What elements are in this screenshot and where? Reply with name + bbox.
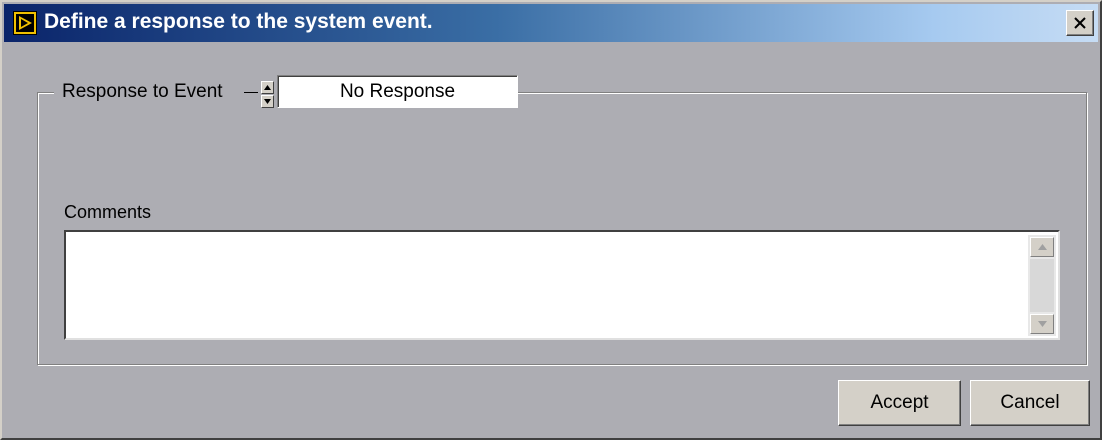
scroll-up-arrow-icon xyxy=(1038,244,1047,250)
comments-textarea[interactable] xyxy=(64,230,1060,340)
window-title: Define a response to the system event. xyxy=(44,10,433,33)
dialog-window: Define a response to the system event. R… xyxy=(0,0,1102,440)
triangle-down-icon xyxy=(264,99,271,104)
close-icon xyxy=(1074,17,1086,29)
close-button[interactable] xyxy=(1066,10,1094,36)
spinner-increment-button[interactable] xyxy=(261,81,274,94)
legend-divider xyxy=(244,92,258,93)
accept-button[interactable]: Accept xyxy=(838,380,961,426)
response-spinner[interactable] xyxy=(261,81,274,109)
comments-text-value[interactable] xyxy=(66,232,1018,338)
scroll-down-arrow-icon xyxy=(1038,321,1047,327)
title-bar[interactable]: Define a response to the system event. xyxy=(4,4,1098,42)
response-to-event-label: Response to Event xyxy=(62,81,223,102)
comments-label: Comments xyxy=(64,202,152,222)
scroll-down-button[interactable] xyxy=(1030,314,1054,334)
labview-run-icon xyxy=(13,11,37,35)
scroll-up-button[interactable] xyxy=(1030,237,1054,257)
comments-scrollbar[interactable] xyxy=(1028,235,1056,336)
triangle-up-icon xyxy=(264,85,271,90)
spinner-decrement-button[interactable] xyxy=(261,95,274,108)
cancel-button[interactable]: Cancel xyxy=(970,380,1090,426)
response-ring-select[interactable]: No Response xyxy=(277,75,518,108)
scrollbar-track[interactable] xyxy=(1030,259,1054,312)
